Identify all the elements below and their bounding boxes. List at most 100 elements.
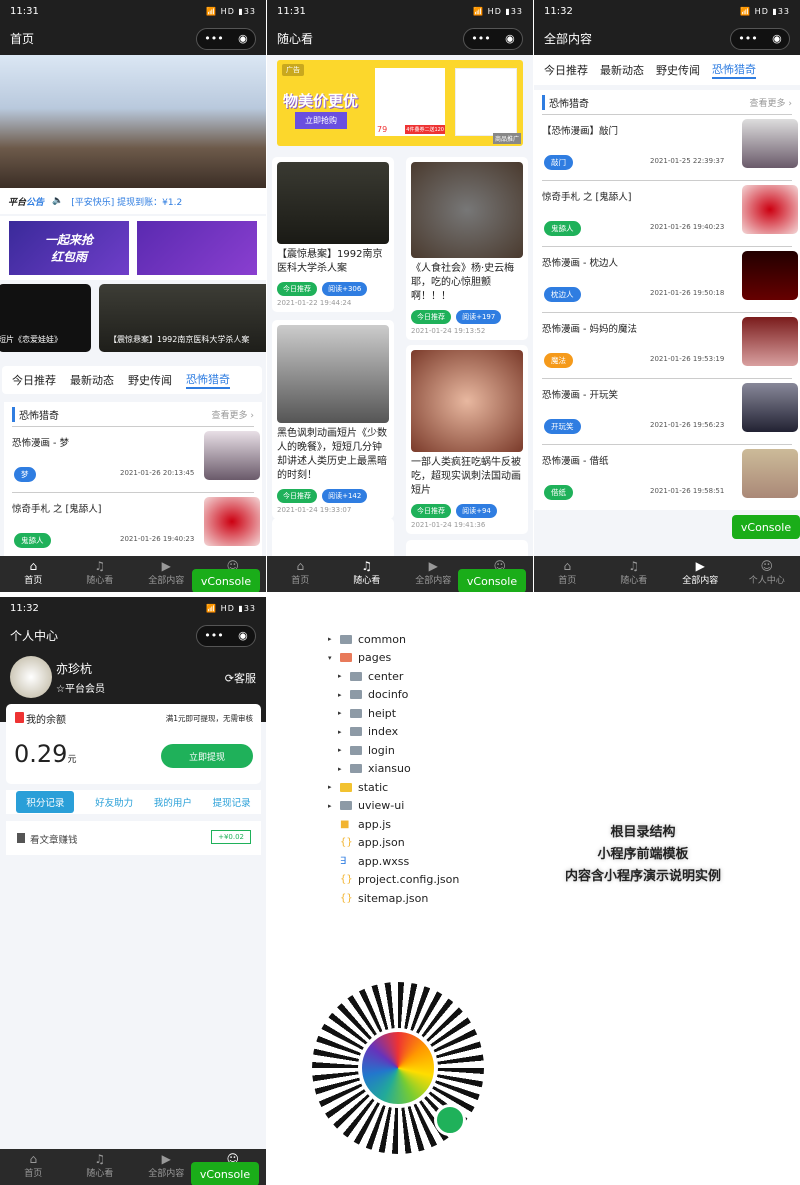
chevron-icon[interactable]: ▸ — [338, 672, 344, 680]
tab-2[interactable]: ▶ 全部内容 — [133, 556, 200, 592]
vconsole-button[interactable]: vConsole — [732, 515, 800, 539]
list-item[interactable]: 【恐怖漫画】敲门 敲门 2021-01-25 22:39:37 — [542, 114, 798, 180]
tab-1[interactable]: ♫ 随心看 — [67, 1149, 134, 1185]
customer-service-button[interactable]: ⟳客服 — [225, 670, 256, 686]
tab-0[interactable]: ⌂ 首页 — [267, 556, 334, 592]
tree-item-common[interactable]: ▸ common — [328, 630, 459, 649]
vconsole-button[interactable]: vConsole — [458, 569, 526, 592]
tree-item-uview-ui[interactable]: ▸ uview-ui — [328, 797, 459, 816]
category-tab[interactable]: 恐怖猎奇 — [186, 371, 230, 389]
chevron-icon[interactable]: ▸ — [338, 728, 344, 736]
more-icon[interactable]: ••• — [204, 32, 223, 45]
tab-1[interactable]: ♫ 随心看 — [67, 556, 134, 592]
ad-buy-button[interactable]: 立即抢购 — [295, 112, 347, 129]
category-tab[interactable]: 野史传闻 — [656, 62, 700, 78]
tree-item-heipt[interactable]: ▸ heipt — [328, 704, 459, 723]
chevron-icon[interactable]: ▸ — [338, 765, 344, 773]
close-icon[interactable]: ◉ — [238, 32, 248, 45]
chevron-icon[interactable]: ▾ — [328, 654, 334, 662]
feed-card[interactable]: 黑色讽刺动画短片《少数人的晚餐》，短短几分钟却讲述人类历史上最黑暗的时刻！ 今日推… — [272, 320, 394, 519]
tree-item-sitemap.json[interactable]: {} sitemap.json — [328, 889, 459, 908]
list-item[interactable]: 恐怖漫画 - 借纸 借纸 2021-01-26 19:58:51 — [542, 444, 798, 510]
feed-card[interactable]: 《人食社会》杨·史云梅耶，吃的心惊胆颤啊！！！ 今日推荐 阅读+197 2021-0… — [406, 157, 528, 340]
capsule-menu[interactable]: ••• ◉ — [196, 624, 256, 647]
list-item[interactable]: 恐怖漫画 - 枕边人 枕边人 2021-01-26 19:50:18 — [542, 246, 798, 312]
record-tab[interactable]: 好友助力 — [95, 795, 133, 809]
list-item[interactable]: 惊奇手札 之 [鬼舔人] 鬼舔人 2021-01-26 19:40:23 — [12, 492, 260, 558]
category-tab[interactable]: 最新动态 — [70, 372, 114, 388]
category-tab[interactable]: 今日推荐 — [544, 62, 588, 78]
vconsole-button[interactable]: vConsole — [191, 1162, 259, 1185]
tree-item-login[interactable]: ▸ login — [328, 741, 459, 760]
tab-2[interactable]: ▶ 全部内容 — [667, 556, 734, 592]
card-badges: 今日推荐 阅读+197 — [411, 304, 523, 324]
more-icon[interactable]: ••• — [204, 629, 223, 642]
record-tab[interactable]: 提现记录 — [213, 795, 251, 809]
red-packet-banner[interactable] — [137, 221, 257, 275]
see-more-link[interactable]: 查看更多 › — [212, 408, 254, 421]
close-icon[interactable]: ◉ — [238, 629, 248, 642]
see-more-link[interactable]: 查看更多 › — [750, 96, 792, 109]
list-item[interactable]: 恐怖漫画 - 妈妈的魔法 魔法 2021-01-26 19:53:19 — [542, 312, 798, 378]
tab-0[interactable]: ⌂ 首页 — [534, 556, 601, 592]
capsule-menu[interactable]: ••• ◉ — [730, 27, 790, 50]
tab-0[interactable]: ⌂ 首页 — [0, 1149, 67, 1185]
video-card[interactable]: 【震惊悬案】1992南京医科大学杀人案 — [99, 284, 266, 352]
tree-item-static[interactable]: ▸ static — [328, 778, 459, 797]
tree-item-app.js[interactable]: ■ app.js — [328, 815, 459, 834]
chevron-icon[interactable]: ▸ — [338, 746, 344, 754]
tab-2[interactable]: ▶ 全部内容 — [400, 556, 467, 592]
record-tab[interactable]: 我的用户 — [154, 795, 192, 809]
tab-1[interactable]: ♫ 随心看 — [601, 556, 668, 592]
bell-icon: ♫ — [94, 559, 106, 573]
list-item[interactable]: 恐怖漫画 - 开玩笑 开玩笑 2021-01-26 19:56:23 — [542, 378, 798, 444]
item-date: 2021-01-26 19:56:23 — [650, 421, 725, 429]
chevron-icon[interactable]: ▸ — [338, 691, 344, 699]
tab-label: 随心看 — [620, 576, 648, 586]
tab-3[interactable]: ☺ 个人中心 — [734, 556, 800, 592]
video-card[interactable]: 短片《恋爱娃娃》 — [0, 284, 91, 352]
withdraw-button[interactable]: 立即提现 — [161, 744, 253, 768]
file-name: index — [368, 725, 399, 739]
more-icon[interactable]: ••• — [471, 32, 490, 45]
more-icon[interactable]: ••• — [738, 32, 757, 45]
category-tab[interactable]: 最新动态 — [600, 62, 644, 78]
category-tab[interactable]: 恐怖猎奇 — [712, 61, 756, 79]
red-packet-banner[interactable]: 一起来抢 红包雨 — [9, 221, 129, 275]
list-item[interactable]: 恐怖漫画 - 梦梦 2021-01-26 20:13:45 — [12, 426, 260, 492]
feed-card[interactable]: 【震惊悬案】1992南京医科大学杀人案 今日推荐 阅读+306 2021-01-22… — [272, 157, 394, 312]
chevron-icon[interactable]: ▸ — [328, 802, 334, 810]
tree-item-xiansuo[interactable]: ▸ xiansuo — [328, 760, 459, 779]
chevron-icon[interactable]: ▸ — [328, 783, 334, 791]
category-tab[interactable]: 野史传闻 — [128, 372, 172, 388]
close-icon[interactable]: ◉ — [505, 32, 515, 45]
record-tabs: 积分记录 好友助力 我的用户 提现记录 — [6, 790, 261, 814]
tree-item-pages[interactable]: ▾ pages — [328, 649, 459, 668]
chevron-icon[interactable]: ▸ — [328, 635, 334, 643]
tree-item-docinfo[interactable]: ▸ docinfo — [328, 686, 459, 705]
ad-banner[interactable]: 广告 物美价更优 立即抢购 79 4件叠券二送120 商品推广 — [277, 60, 523, 146]
tree-item-project.config.json[interactable]: {} project.config.json — [328, 871, 459, 890]
status-icons: 📶 HD ▮33 — [473, 6, 523, 16]
hero-image[interactable] — [0, 55, 266, 188]
vconsole-button[interactable]: vConsole — [192, 569, 260, 592]
feed-card[interactable]: 一部人类疯狂吃蜗牛反被吃，超现实讽刺法国动画短片 今日推荐 阅读+94 2021-0… — [406, 345, 528, 534]
item-thumbnail — [742, 449, 798, 498]
capsule-menu[interactable]: ••• ◉ — [463, 27, 523, 50]
category-tab[interactable]: 今日推荐 — [12, 372, 56, 388]
record-tab[interactable]: 积分记录 — [16, 791, 75, 813]
close-icon[interactable]: ◉ — [772, 32, 782, 45]
tree-item-center[interactable]: ▸ center — [328, 667, 459, 686]
tab-1[interactable]: ♫ 随心看 — [334, 556, 401, 592]
tab-2[interactable]: ▶ 全部内容 — [133, 1149, 200, 1185]
json-file-icon: {} — [340, 874, 353, 886]
avatar[interactable] — [10, 656, 52, 698]
capsule-menu[interactable]: ••• ◉ — [196, 27, 256, 50]
tab-0[interactable]: ⌂ 首页 — [0, 556, 67, 592]
tree-item-app.json[interactable]: {} app.json — [328, 834, 459, 853]
chevron-icon[interactable]: ▸ — [338, 709, 344, 717]
tree-item-index[interactable]: ▸ index — [328, 723, 459, 742]
list-item[interactable]: 惊奇手札 之 [鬼舔人] 鬼舔人 2021-01-26 19:40:23 — [542, 180, 798, 246]
tree-item-app.wxss[interactable]: ∃ app.wxss — [328, 852, 459, 871]
mini-program-qr-code[interactable] — [312, 982, 484, 1154]
